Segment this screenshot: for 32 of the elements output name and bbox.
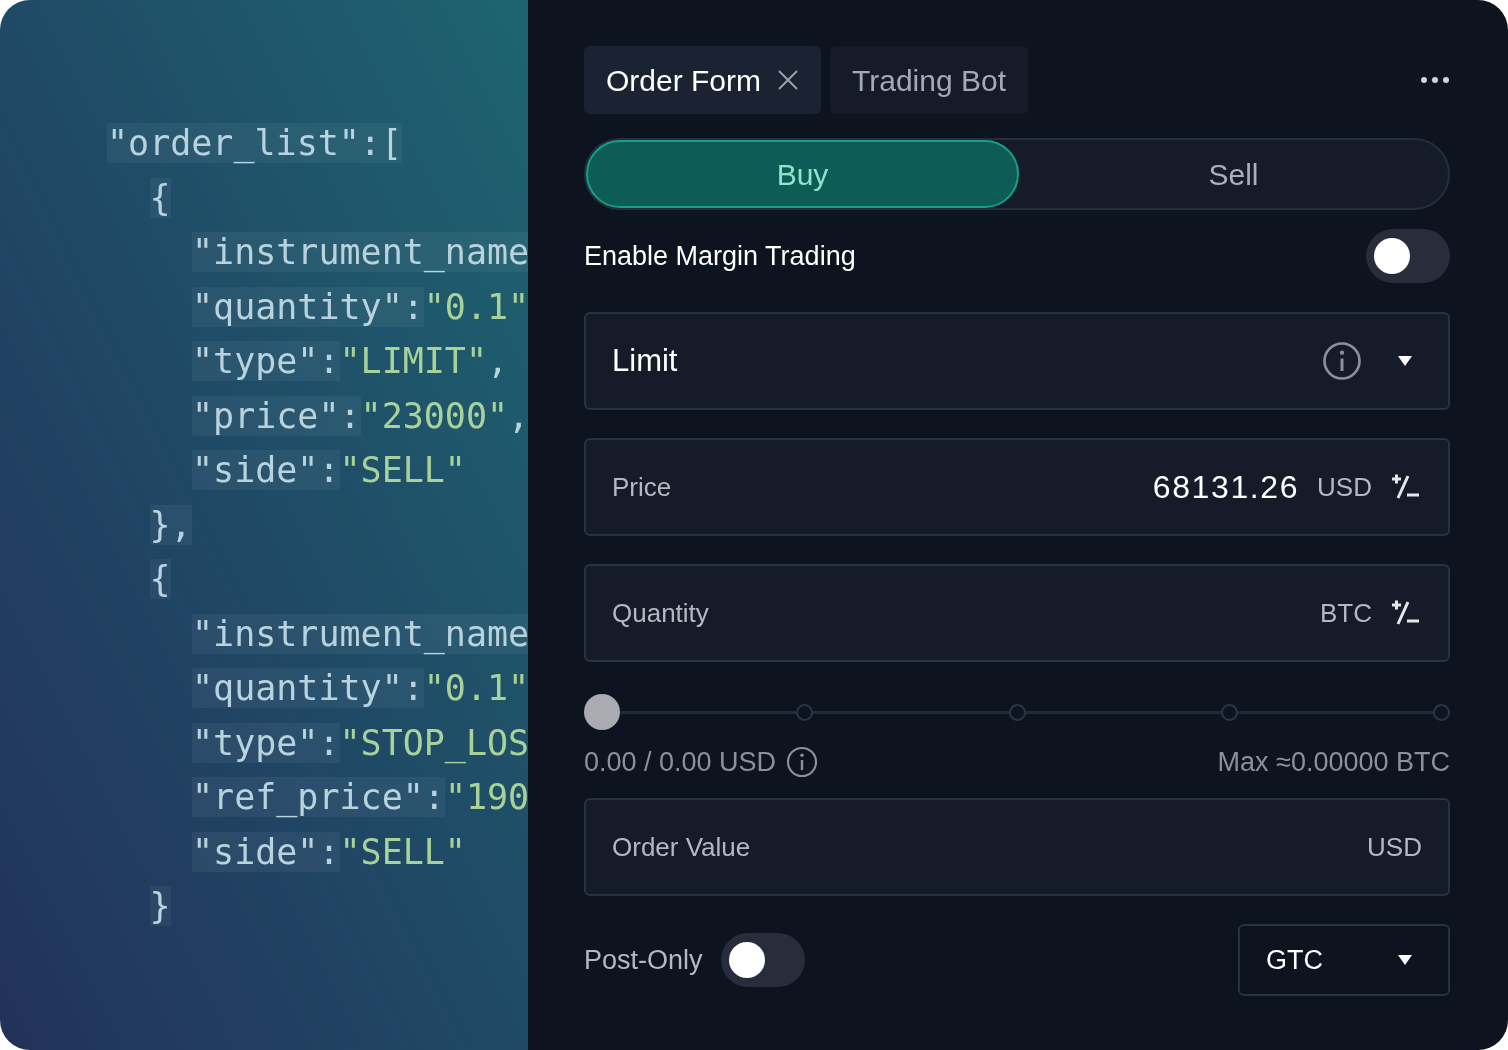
plus-minus-icon: [1390, 599, 1420, 627]
caret-icon: [1398, 955, 1412, 965]
close-icon[interactable]: [777, 69, 799, 91]
slider-tick: [1433, 704, 1450, 721]
input-field[interactable]: Price 68131.26 USD: [584, 438, 1450, 536]
order-value-field[interactable]: Order Value USD: [584, 798, 1450, 896]
code-line: "price":"23000",: [192, 394, 530, 438]
code-line: "ref_price":"190: [192, 776, 530, 820]
time-in-force-select[interactable]: GTC: [1238, 924, 1450, 996]
margin-label: Enable Margin Trading: [584, 239, 856, 273]
slider-thumb[interactable]: [584, 694, 620, 730]
side-button[interactable]: Buy: [586, 140, 1019, 208]
code-line: "type":"LIMIT",: [192, 340, 509, 383]
code-line: "type":"STOP_LOS: [192, 721, 530, 766]
amount-reading: 0.00 / 0.00 USD: [584, 745, 777, 779]
margin-toggle[interactable]: [1366, 229, 1450, 283]
post-only-toggle[interactable]: [720, 933, 805, 987]
max-reading: Max ≈0.00000 BTC: [1217, 745, 1450, 779]
caret-icon: [1398, 356, 1412, 366]
plus-minus-icon: [1390, 473, 1420, 501]
more-icon[interactable]: [1420, 76, 1450, 84]
tab[interactable]: Order Form: [584, 46, 821, 114]
slider-tick: [1220, 704, 1238, 721]
info-icon[interactable]: [1322, 341, 1362, 381]
tab[interactable]: Trading Bot: [830, 46, 1028, 114]
input-field[interactable]: Quantity BTC: [584, 564, 1450, 662]
info-icon[interactable]: [786, 746, 819, 778]
order-type-select[interactable]: Limit: [584, 312, 1450, 410]
post-only-label: Post-Only: [584, 943, 703, 977]
slider-tick: [1008, 704, 1026, 721]
slider-tick: [796, 704, 814, 721]
side-button[interactable]: Sell: [1019, 140, 1448, 208]
